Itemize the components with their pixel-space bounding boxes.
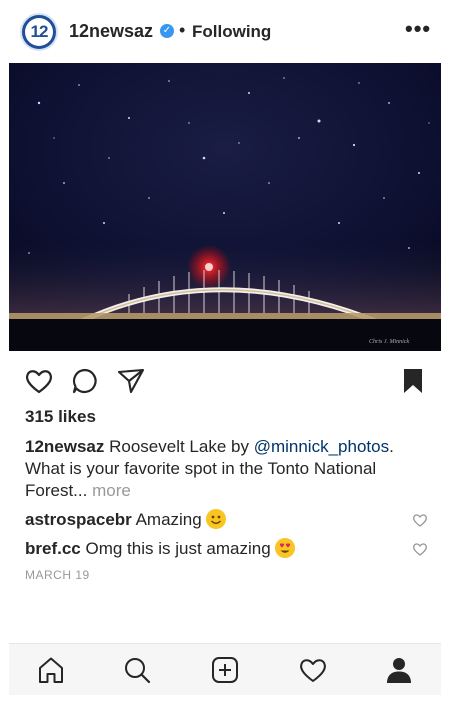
caption-more-link[interactable]: more (87, 481, 131, 500)
post-actions (0, 360, 450, 400)
account-avatar[interactable]: 12 (20, 13, 58, 51)
comment-like-heart-icon[interactable] (412, 512, 428, 528)
share-icon[interactable] (116, 366, 146, 396)
home-icon[interactable] (36, 655, 66, 685)
verified-badge-icon: ✓ (160, 24, 174, 38)
smiling-face-icon (205, 509, 226, 529)
account-username[interactable]: 12newsaz (69, 21, 153, 42)
caption-username[interactable]: 12newsaz (25, 437, 104, 456)
activity-heart-icon[interactable] (298, 655, 328, 685)
post-date: MARCH 19 (25, 568, 90, 582)
search-icon[interactable] (122, 655, 152, 685)
comment-row: bref.cc Omg this is just amazing (25, 538, 405, 559)
photo-watermark: Chris J. Minnick (369, 339, 409, 345)
comment-text: Omg this is just amazing (80, 539, 271, 558)
post-header: 12 12newsaz ✓ • Following ••• (0, 0, 450, 62)
likes-count[interactable]: 315 likes (25, 407, 96, 427)
comment-row: astrospacebr Amazing (25, 509, 405, 530)
profile-icon[interactable] (384, 655, 414, 685)
heart-icon[interactable] (24, 366, 54, 396)
comment-text: Amazing (131, 510, 202, 529)
post-photo[interactable]: Chris J. Minnick (9, 63, 441, 351)
bottom-tab-bar (9, 643, 441, 695)
caption-mention[interactable]: @minnick_photos (254, 437, 389, 456)
caption-text-1: Roosevelt Lake by (104, 437, 254, 456)
comment-icon[interactable] (70, 366, 100, 396)
comment-username[interactable]: bref.cc (25, 539, 81, 558)
more-options-icon[interactable]: ••• (405, 16, 431, 42)
heart-eyes-face-icon (274, 538, 295, 558)
header-separator: • (179, 20, 186, 40)
comment-username[interactable]: astrospacebr (25, 510, 132, 529)
post-caption: 12newsaz Roosevelt Lake by @minnick_phot… (25, 436, 430, 502)
avatar-logo: 12 (25, 18, 53, 46)
avatar-logo-text: 12 (30, 22, 49, 41)
bookmark-icon[interactable] (398, 366, 428, 396)
following-button[interactable]: Following (192, 22, 271, 42)
add-post-icon[interactable] (210, 655, 240, 685)
comment-like-heart-icon[interactable] (412, 541, 428, 557)
